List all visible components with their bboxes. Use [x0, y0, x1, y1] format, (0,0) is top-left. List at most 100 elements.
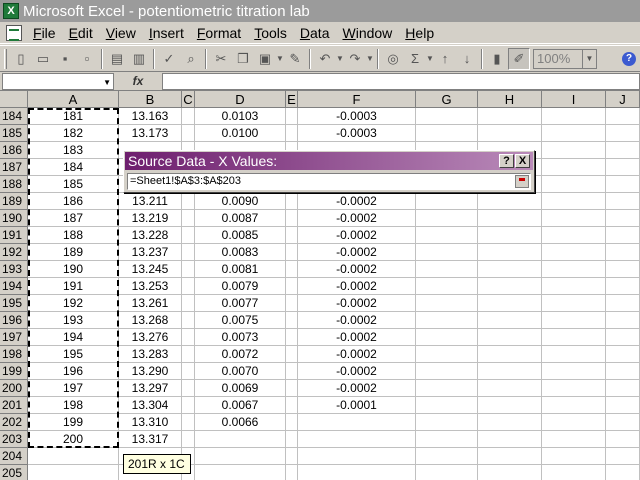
row-header[interactable]: 185: [0, 125, 28, 142]
cell-c[interactable]: [182, 312, 195, 329]
cell-d[interactable]: [195, 448, 286, 465]
spelling-icon[interactable]: ✓: [158, 48, 180, 70]
cell-f[interactable]: [298, 448, 416, 465]
cell-f[interactable]: -0.0002: [298, 227, 416, 244]
cell-i[interactable]: [542, 227, 606, 244]
workbook-icon[interactable]: [6, 24, 22, 41]
row-header[interactable]: 196: [0, 312, 28, 329]
row-header[interactable]: 204: [0, 448, 28, 465]
cell-i[interactable]: [542, 244, 606, 261]
row-header[interactable]: 201: [0, 397, 28, 414]
cell-j[interactable]: [606, 431, 640, 448]
cell-g[interactable]: [416, 108, 478, 125]
cell-j[interactable]: [606, 295, 640, 312]
cell-b[interactable]: 13.261: [119, 295, 182, 312]
cell-a[interactable]: 184: [28, 159, 119, 176]
cell-f[interactable]: [298, 414, 416, 431]
cell-i[interactable]: [542, 448, 606, 465]
x-values-range-input[interactable]: =Sheet1!$A$3:$A$203: [127, 173, 531, 190]
cell-e[interactable]: [286, 312, 298, 329]
cell-b[interactable]: 13.276: [119, 329, 182, 346]
menu-view[interactable]: View: [101, 25, 141, 41]
cell-j[interactable]: [606, 278, 640, 295]
select-all-button[interactable]: [0, 91, 28, 108]
cell-i[interactable]: [542, 414, 606, 431]
menu-edit[interactable]: Edit: [64, 25, 98, 41]
cell-e[interactable]: [286, 329, 298, 346]
row-header[interactable]: 191: [0, 227, 28, 244]
cell-f[interactable]: -0.0002: [298, 193, 416, 210]
column-header-j[interactable]: J: [606, 91, 640, 108]
sort-descending-icon[interactable]: ↓: [456, 48, 478, 70]
cell-a[interactable]: 194: [28, 329, 119, 346]
cell-i[interactable]: [542, 295, 606, 312]
cell-b[interactable]: 13.173: [119, 125, 182, 142]
excel-app-icon[interactable]: X: [3, 3, 19, 19]
cell-j[interactable]: [606, 329, 640, 346]
cell-e[interactable]: [286, 210, 298, 227]
cell-f[interactable]: -0.0002: [298, 346, 416, 363]
cell-j[interactable]: [606, 465, 640, 480]
cell-g[interactable]: [416, 397, 478, 414]
cell-j[interactable]: [606, 227, 640, 244]
cell-b[interactable]: 13.310: [119, 414, 182, 431]
cell-j[interactable]: [606, 363, 640, 380]
menu-data[interactable]: Data: [295, 25, 335, 41]
cell-c[interactable]: [182, 125, 195, 142]
cell-g[interactable]: [416, 295, 478, 312]
cell-g[interactable]: [416, 193, 478, 210]
cell-i[interactable]: [542, 193, 606, 210]
row-header[interactable]: 190: [0, 210, 28, 227]
cell-c[interactable]: [182, 261, 195, 278]
cell-a[interactable]: 197: [28, 380, 119, 397]
cell-e[interactable]: [286, 346, 298, 363]
cell-d[interactable]: 0.0075: [195, 312, 286, 329]
redo-icon[interactable]: ↷: [344, 48, 366, 70]
cell-c[interactable]: [182, 210, 195, 227]
cell-f[interactable]: -0.0002: [298, 380, 416, 397]
cell-i[interactable]: [542, 431, 606, 448]
cell-d[interactable]: 0.0079: [195, 278, 286, 295]
cell-g[interactable]: [416, 465, 478, 480]
cell-a[interactable]: 186: [28, 193, 119, 210]
copy-icon[interactable]: ❐: [232, 48, 254, 70]
cell-a[interactable]: 182: [28, 125, 119, 142]
chevron-down-icon[interactable]: ▼: [103, 78, 111, 87]
cell-h[interactable]: [478, 329, 542, 346]
cell-b[interactable]: 13.228: [119, 227, 182, 244]
sort-ascending-icon[interactable]: ↑: [434, 48, 456, 70]
column-header-b[interactable]: B: [119, 91, 182, 108]
chart-wizard-icon[interactable]: ▮: [486, 48, 508, 70]
cell-c[interactable]: [182, 278, 195, 295]
row-header[interactable]: 186: [0, 142, 28, 159]
save-icon[interactable]: ▪: [54, 48, 76, 70]
research-icon[interactable]: ⌕: [180, 48, 202, 70]
cell-f[interactable]: [298, 431, 416, 448]
row-header[interactable]: 194: [0, 278, 28, 295]
menu-window[interactable]: Window: [337, 25, 397, 41]
cell-a[interactable]: 187: [28, 210, 119, 227]
cell-h[interactable]: [478, 312, 542, 329]
open-icon[interactable]: ▭: [32, 48, 54, 70]
cell-e[interactable]: [286, 380, 298, 397]
cell-b[interactable]: 13.283: [119, 346, 182, 363]
cell-j[interactable]: [606, 448, 640, 465]
row-header[interactable]: 197: [0, 329, 28, 346]
cell-a[interactable]: 181: [28, 108, 119, 125]
cell-b[interactable]: 13.297: [119, 380, 182, 397]
cell-h[interactable]: [478, 363, 542, 380]
row-header[interactable]: 200: [0, 380, 28, 397]
menu-insert[interactable]: Insert: [144, 25, 189, 41]
cell-d[interactable]: 0.0087: [195, 210, 286, 227]
cell-f[interactable]: [298, 465, 416, 480]
cell-i[interactable]: [542, 346, 606, 363]
cell-h[interactable]: [478, 278, 542, 295]
cell-h[interactable]: [478, 448, 542, 465]
cell-b[interactable]: 13.290: [119, 363, 182, 380]
row-header[interactable]: 187: [0, 159, 28, 176]
cell-b[interactable]: 13.245: [119, 261, 182, 278]
cell-j[interactable]: [606, 210, 640, 227]
cell-i[interactable]: [542, 363, 606, 380]
cell-b[interactable]: 13.317: [119, 431, 182, 448]
cell-f[interactable]: -0.0002: [298, 278, 416, 295]
